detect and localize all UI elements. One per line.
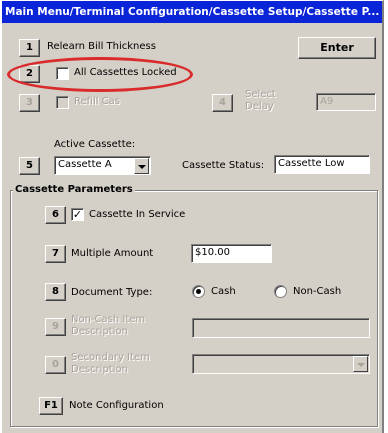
non-cash-description-label-line2: Description	[71, 326, 128, 337]
select-delay-label-line1: Select	[245, 89, 276, 100]
note-configuration-label: Note Configuration	[69, 400, 164, 411]
cash-radio-label: Cash	[211, 286, 236, 297]
select-delay-key: 4	[212, 94, 233, 112]
active-cassette-key[interactable]: 5	[19, 157, 40, 175]
non-cash-description-label-line1: Non-Cash Item	[71, 314, 146, 325]
active-cassette-select[interactable]: Cassette A	[54, 156, 151, 175]
cassette-parameters-group	[10, 190, 378, 427]
secondary-description-label-line1: Secondary Item	[71, 352, 150, 363]
enter-button[interactable]: Enter	[298, 37, 376, 59]
multiple-amount-field[interactable]: $10.00	[191, 244, 272, 263]
refill-key: 3	[19, 94, 40, 112]
check-icon: ✓	[72, 208, 83, 221]
cassette-in-service-label: Cassette In Service	[89, 209, 186, 220]
window-title: Main Menu/Terminal Configuration/Cassett…	[2, 1, 382, 23]
non-cash-radio[interactable]	[274, 285, 287, 298]
active-cassette-value: Cassette A	[58, 159, 112, 170]
select-delay-field: A9	[316, 93, 376, 111]
non-cash-description-field	[192, 318, 370, 338]
refill-label: Refill Cas	[74, 96, 121, 107]
cassette-status-field: Cassette Low	[274, 155, 370, 174]
relearn-label: Relearn Bill Thickness	[47, 41, 156, 52]
select-delay-label-line2: Delay	[245, 101, 274, 112]
non-cash-description-key: 9	[45, 318, 66, 336]
note-configuration-key[interactable]: F1	[39, 397, 63, 415]
non-cash-radio-label: Non-Cash	[293, 286, 342, 297]
document-type-label: Document Type:	[71, 287, 153, 298]
secondary-description-select	[192, 354, 370, 374]
cassette-status-label: Cassette Status:	[182, 160, 265, 171]
secondary-description-label-line2: Description	[71, 364, 128, 375]
cash-radio[interactable]	[192, 285, 205, 298]
red-highlight-ellipse	[7, 57, 193, 92]
secondary-description-key: 0	[45, 356, 66, 374]
active-cassette-title: Active Cassette:	[54, 139, 136, 150]
relearn-key[interactable]: 1	[19, 39, 40, 57]
document-type-key[interactable]: 8	[45, 283, 66, 301]
radio-selected-dot	[196, 289, 201, 294]
multiple-amount-key[interactable]: 7	[45, 245, 66, 263]
multiple-amount-label: Multiple Amount	[71, 248, 154, 259]
in-service-key[interactable]: 6	[45, 206, 66, 224]
cassette-parameters-title: Cassette Parameters	[13, 184, 135, 195]
cassette-parameters-window: Main Menu/Terminal Configuration/Cassett…	[0, 0, 384, 433]
chevron-down-icon	[353, 356, 368, 372]
chevron-down-icon[interactable]	[134, 158, 149, 174]
cassette-in-service-checkbox[interactable]: ✓	[71, 208, 84, 221]
refill-checkbox	[56, 96, 69, 109]
